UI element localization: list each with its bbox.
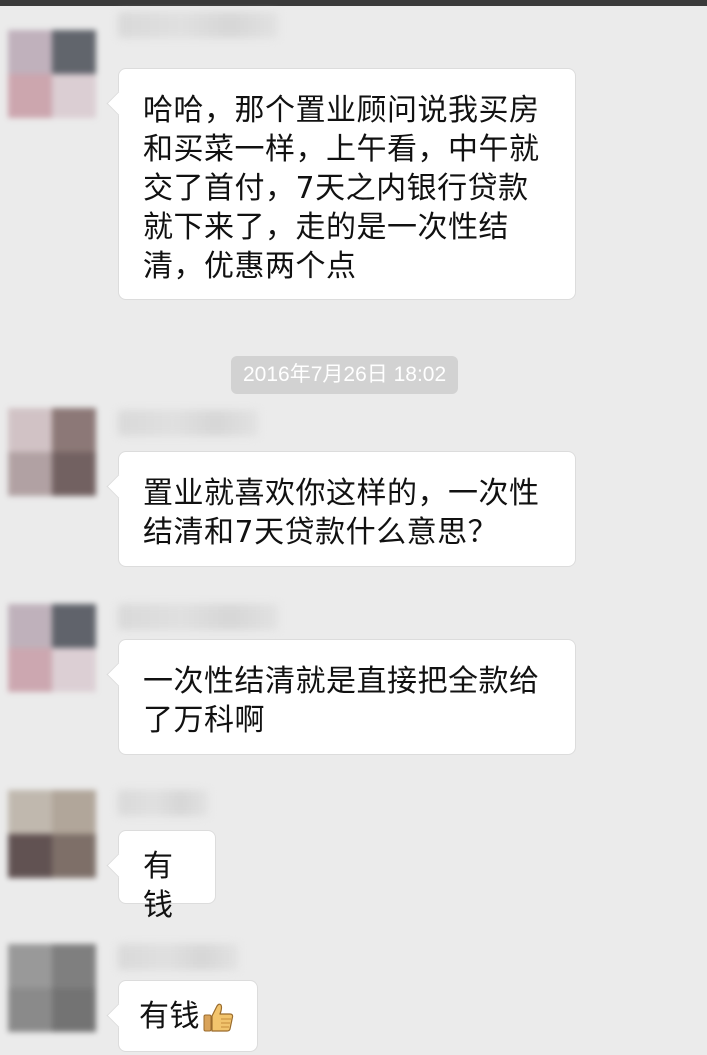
message-bubble[interactable]: 有钱	[118, 980, 258, 1052]
message-text: 有钱	[139, 999, 200, 1034]
message-text: 有钱	[143, 849, 174, 923]
sender-name-blurred	[118, 410, 258, 436]
sender-name-blurred	[118, 790, 208, 816]
timestamp: 2016年7月26日 18:02	[231, 356, 459, 394]
thumbs-up-icon	[202, 1002, 236, 1034]
avatar[interactable]	[8, 944, 96, 1032]
message-bubble[interactable]: 置业就喜欢你这样的，一次性结清和7天贷款什么意思？	[118, 451, 576, 567]
avatar[interactable]	[8, 604, 96, 692]
message-bubble[interactable]: 哈哈，那个置业顾问说我买房和买菜一样，上午看，中午就交了首付，7天之内银行贷款就…	[118, 68, 576, 300]
message-text: 一次性结清就是直接把全款给了万科啊	[143, 664, 540, 738]
sender-name-blurred	[118, 604, 278, 630]
message-text: 置业就喜欢你这样的，一次性结清和7天贷款什么意思？	[143, 476, 540, 550]
sender-name-blurred	[118, 944, 238, 970]
message-bubble[interactable]: 一次性结清就是直接把全款给了万科啊	[118, 639, 576, 755]
avatar[interactable]	[8, 408, 96, 496]
status-bar	[0, 0, 707, 6]
message-bubble[interactable]: 有钱	[118, 830, 216, 923]
message-text: 哈哈，那个置业顾问说我买房和买菜一样，上午看，中午就交了首付，7天之内银行贷款就…	[143, 93, 540, 284]
sender-name-blurred	[118, 12, 278, 38]
avatar[interactable]	[8, 790, 96, 878]
avatar[interactable]	[8, 30, 96, 118]
